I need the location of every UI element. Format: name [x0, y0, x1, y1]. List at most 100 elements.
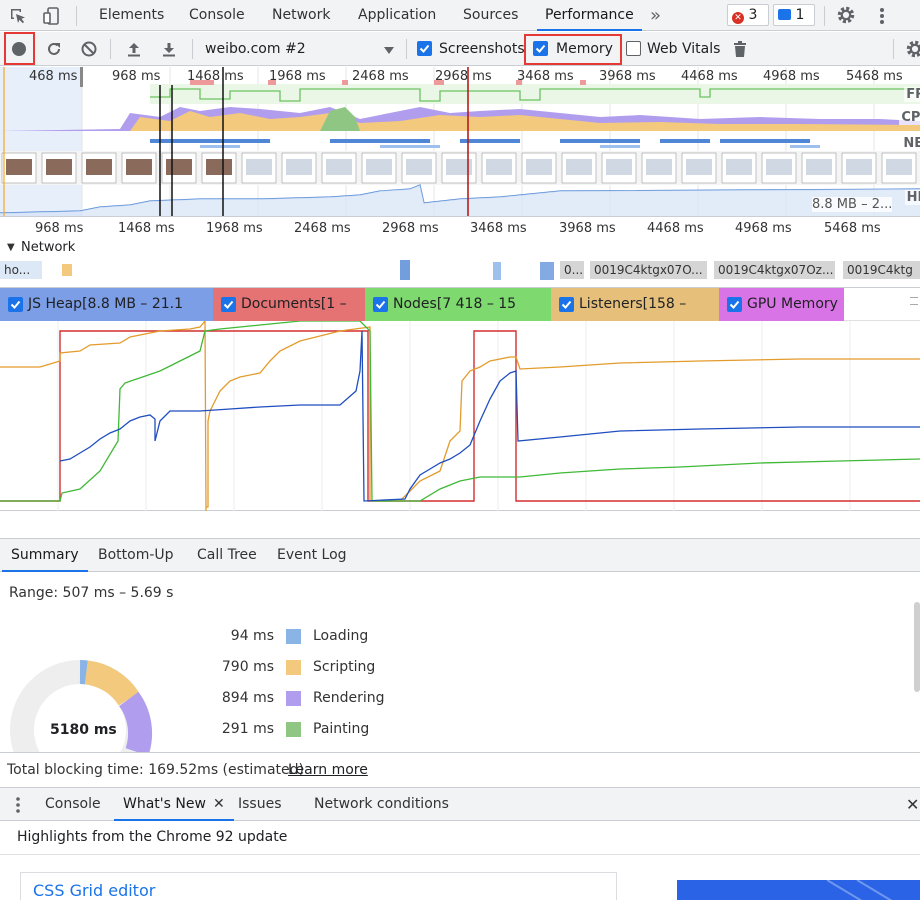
save-profile-button[interactable] — [155, 32, 183, 66]
tab-call-tree[interactable]: Call Tree — [188, 539, 266, 572]
network-request[interactable] — [493, 262, 501, 280]
counter-nodes[interactable]: Nodes[7 418 – 15 486] — [365, 288, 551, 345]
overview-tick: 2968 ms — [435, 69, 492, 84]
screenshot-thumbnail-content — [686, 159, 712, 175]
screenshot-thumbnail-content — [206, 159, 232, 175]
summary-row-scripting: 790 ms Scripting — [0, 659, 400, 679]
painting-swatch — [286, 722, 301, 737]
details-tab-bar: Summary Bottom-Up Call Tree Event Log — [0, 538, 920, 572]
screenshot-thumbnail-content — [726, 159, 752, 175]
gpu-memory-checkbox[interactable] — [727, 297, 742, 312]
loading-value: 94 ms — [230, 628, 274, 644]
tab-event-log[interactable]: Event Log — [268, 539, 356, 572]
drawer-tab-network-conditions[interactable]: Network conditions — [305, 788, 458, 821]
load-profile-button[interactable] — [120, 32, 148, 66]
screenshot-thumbnail-content — [46, 159, 72, 175]
drawer-tab-issues[interactable]: Issues — [229, 788, 291, 821]
counter-listeners[interactable]: Listeners[158 – 966] — [551, 288, 719, 345]
documents-checkbox[interactable] — [221, 297, 236, 312]
tab-bottom-up[interactable]: Bottom-Up — [89, 539, 183, 572]
tab-performance[interactable]: Performance — [537, 0, 642, 31]
network-request[interactable] — [62, 264, 72, 276]
memory-counters-graph[interactable] — [0, 321, 920, 511]
summary-row-loading: 94 ms Loading — [0, 628, 400, 648]
device-toolbar-icon[interactable] — [42, 6, 62, 30]
heap-label: HEAP — [904, 190, 920, 205]
counter-js-heap[interactable]: JS Heap[8.8 MB – 21.1 MB] — [0, 288, 213, 345]
overview-tick: 968 ms — [112, 69, 161, 84]
capture-settings-gear-icon[interactable] — [905, 39, 920, 63]
messages-count: 1 — [795, 7, 805, 23]
drawer-tab-console[interactable]: Console — [36, 788, 110, 821]
timeline-overview[interactable]: 468 ms 968 ms 1468 ms 1968 ms 2468 ms 29… — [0, 67, 920, 217]
ruler-tick: 1468 ms — [118, 221, 175, 236]
network-request[interactable]: 0019C4ktgx07O... — [590, 261, 707, 279]
screenshot-thumbnail-content — [246, 159, 272, 175]
tab-elements[interactable]: Elements — [91, 0, 172, 31]
inspect-element-icon[interactable] — [8, 6, 28, 30]
loading-swatch — [286, 629, 301, 644]
memory-checkbox[interactable] — [533, 41, 548, 56]
tab-application[interactable]: Application — [350, 0, 444, 31]
trash-icon[interactable] — [726, 32, 754, 66]
web-vitals-checkbox[interactable] — [626, 41, 641, 56]
screenshot-thumbnail-content — [366, 159, 392, 175]
screenshot-thumbnail-content — [126, 159, 152, 175]
record-button[interactable] — [5, 32, 33, 66]
tab-console[interactable]: Console — [181, 0, 253, 31]
summary-row-painting: 291 ms Painting — [0, 721, 400, 741]
profile-select[interactable]: weibo.com #2 — [205, 32, 306, 66]
screenshot-thumbnail-content — [766, 159, 792, 175]
feature-card[interactable]: CSS Grid editor — [20, 872, 617, 900]
tab-sources[interactable]: Sources — [455, 0, 526, 31]
network-request[interactable] — [540, 262, 554, 280]
ruler-tick: 4468 ms — [647, 221, 704, 236]
screenshot-thumbnail-content — [846, 159, 872, 175]
screenshots-checkbox[interactable] — [417, 41, 432, 56]
screenshot-thumbnail-content — [166, 159, 192, 175]
tab-network[interactable]: Network — [264, 0, 338, 31]
reload-record-button[interactable] — [40, 32, 68, 66]
errors-count: 3 — [748, 7, 758, 23]
overview-tick: 1468 ms — [187, 69, 244, 84]
network-request[interactable]: 0... — [560, 261, 584, 279]
errors-badge[interactable]: ✕ 3 — [727, 4, 769, 26]
messages-badge[interactable]: 1 — [773, 4, 815, 26]
network-request[interactable]: ho... — [0, 261, 42, 279]
learn-more-link[interactable]: Learn more — [288, 762, 368, 778]
listeners-checkbox[interactable] — [559, 297, 574, 312]
tab-summary[interactable]: Summary — [2, 539, 88, 572]
close-tab-icon[interactable]: ✕ — [213, 796, 225, 812]
more-tabs-icon[interactable]: » — [642, 0, 669, 31]
drawer-menu-icon[interactable] — [15, 796, 21, 818]
overview-tick: 4468 ms — [681, 69, 738, 84]
kebab-menu-icon[interactable] — [878, 6, 886, 30]
feature-card-title[interactable]: CSS Grid editor — [33, 881, 155, 900]
nodes-checkbox[interactable] — [373, 297, 388, 312]
counter-gpu-memory[interactable]: GPU Memory — [719, 288, 844, 321]
network-request[interactable]: 0019C4ktg — [843, 261, 920, 279]
ruler-tick: 3468 ms — [470, 221, 527, 236]
whats-new-headline: Highlights from the Chrome 92 update — [17, 829, 288, 845]
screenshot-thumbnail-content — [86, 159, 112, 175]
js-heap-checkbox[interactable] — [8, 297, 23, 312]
network-request[interactable] — [400, 260, 410, 280]
screenshot-thumbnail-content — [486, 159, 512, 175]
network-request[interactable]: 0019C4ktgx07Oz... — [714, 261, 835, 279]
close-drawer-icon[interactable]: ✕ — [906, 795, 919, 814]
settings-gear-icon[interactable] — [836, 5, 856, 29]
chevron-down-icon[interactable] — [384, 44, 394, 59]
net-label: NET — [901, 136, 920, 151]
triangle-down-icon[interactable]: ▼ — [7, 242, 15, 253]
scrollbar[interactable] — [914, 602, 920, 692]
resize-handle-icon[interactable] — [910, 297, 918, 305]
network-track[interactable]: ▼ Network ho... 0... 0019C4ktgx07O... 00… — [0, 240, 920, 288]
memory-label: Memory — [556, 41, 613, 57]
overview-tick: 3468 ms — [517, 69, 574, 84]
overview-tick: 468 ms — [29, 69, 78, 84]
screenshot-thumbnail-content — [566, 159, 592, 175]
clear-button[interactable] — [75, 32, 103, 66]
drawer-tab-bar: Console What's New ✕ Issues Network cond… — [0, 787, 920, 821]
counter-documents[interactable]: Documents[1 – 2] — [213, 288, 365, 345]
screenshots-label: Screenshots — [439, 41, 525, 57]
